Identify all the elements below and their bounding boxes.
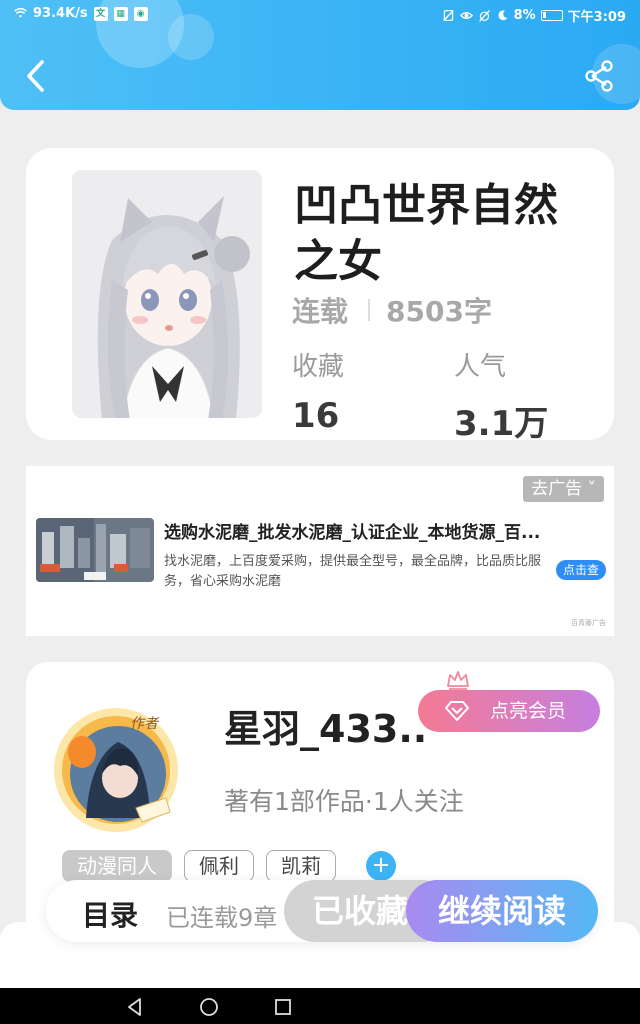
author-name[interactable]: 星羽_433.. [224, 698, 427, 753]
tag-item[interactable]: 动漫同人 [62, 850, 172, 882]
battery-percent: 8% [513, 8, 536, 23]
remove-ad-label: 去广告 [531, 479, 583, 499]
ad-image[interactable] [36, 518, 154, 582]
divider [368, 299, 371, 321]
tag-item[interactable]: 佩利 [184, 850, 254, 882]
ad-description: 找水泥磨，上百度爱采购，提供最全型号，最全品牌，比品质比服务，省心采购水泥磨 [164, 554, 542, 589]
ad-source-label: 百青藤广告 [571, 619, 606, 627]
favorites-label: 收藏 [292, 352, 345, 382]
share-button[interactable] [582, 58, 616, 94]
nav-back-icon[interactable] [124, 996, 146, 1018]
crown-icon [447, 671, 469, 690]
author-meta: 著有1部作品·1人关注 [224, 787, 464, 816]
author-avatar-frame: 作者 [54, 708, 178, 832]
nav-home-icon[interactable] [198, 996, 220, 1018]
serial-status: 连载 [292, 295, 349, 328]
back-button[interactable] [20, 56, 52, 96]
status-bar: 93.4K/s 文 ▦ ◉ 8% 下午3:09 [0, 0, 640, 28]
app-notification-icon: 文 [93, 6, 108, 21]
activate-vip-button[interactable]: 点亮会员 [418, 690, 600, 732]
favorites-count: 16 [292, 396, 340, 436]
remove-ad-button[interactable]: 去广告 ˅ [523, 476, 604, 502]
book-info-card: 凹凸世界自然之女 连载 8503字 收藏 16 人气 3.1万 [26, 148, 614, 444]
app-notification-icon: ▦ [113, 6, 128, 21]
popularity-label: 人气 [454, 352, 507, 382]
author-avatar[interactable]: 作者 [46, 698, 186, 838]
app-notification-icon: ◉ [133, 6, 148, 21]
bottom-action-bar: 目录 已连载9章 已收藏 继续阅读 [46, 880, 598, 942]
clock: 下午3:09 [567, 10, 626, 25]
book-title: 凹凸世界自然之女 [294, 180, 558, 287]
tag-list: 动漫同人 佩利 凯莉 + [62, 850, 396, 882]
ad-factory-illustration [36, 518, 154, 582]
add-tag-button[interactable]: + [366, 851, 396, 881]
vip-label: 点亮会员 [490, 700, 567, 722]
popularity-value: 3.1万 [454, 404, 549, 444]
book-cover-illustration [72, 170, 262, 418]
chapter-count: 已连载9章 [166, 904, 278, 932]
moon-icon [498, 10, 507, 21]
no-sim-icon [442, 9, 454, 22]
wifi-icon [14, 8, 27, 18]
battery-icon [540, 10, 563, 21]
book-status-row: 连载 8503字 [292, 290, 492, 330]
diamond-icon [445, 701, 469, 721]
ad-title[interactable]: 选购水泥磨_批发水泥磨_认证企业_本地货源_百... [164, 518, 604, 543]
ad-banner[interactable]: 去广告 ˅ 选购水泥磨_批发水泥磨_认证企业_本地货源_百... 找水泥磨，上百… [26, 466, 614, 636]
book-cover[interactable] [72, 170, 262, 418]
tag-item[interactable]: 凯莉 [266, 850, 336, 882]
alarm-off-icon [478, 10, 490, 22]
nav-recents-icon[interactable] [272, 996, 294, 1018]
table-of-contents-button[interactable]: 目录 [82, 894, 138, 934]
network-speed: 93.4K/s [33, 6, 88, 21]
plus-icon: + [371, 853, 391, 878]
ad-cta-button[interactable]: 点击查 [556, 560, 606, 580]
continue-reading-button[interactable]: 继续阅读 [406, 880, 598, 942]
author-badge: 作者 [130, 716, 160, 732]
word-count: 8503字 [386, 295, 492, 328]
chevron-down-icon: ˅ [587, 479, 597, 499]
eye-icon [459, 12, 473, 19]
system-nav-bar [0, 988, 640, 1024]
header: 93.4K/s 文 ▦ ◉ 8% 下午3:09 [0, 0, 640, 110]
